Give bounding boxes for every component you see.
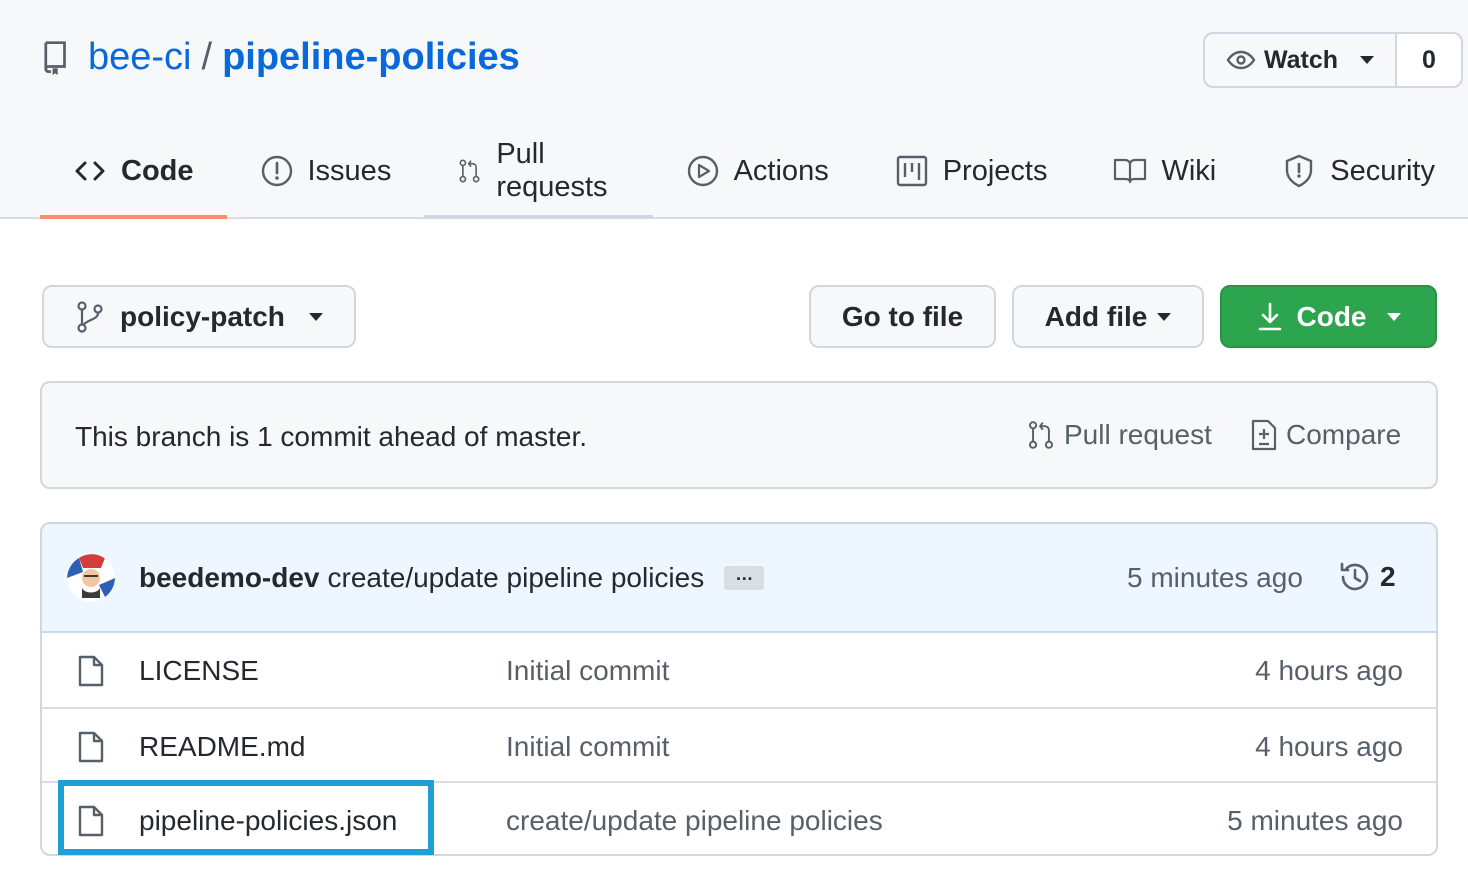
latest-commit-message: beedemo-dev create/update pipeline polic… [139,562,765,594]
branch-name: policy-patch [120,300,285,332]
watch-button[interactable]: Watch [1205,34,1397,86]
file-diff-icon [1251,419,1277,451]
watch-count[interactable]: 0 [1397,34,1461,86]
commit-time[interactable]: 5 minutes ago [1127,562,1303,594]
play-icon [687,155,718,187]
pull-request-icon [459,159,480,183]
file-commit-link[interactable]: Initial commit [506,655,669,687]
shield-icon [1286,154,1313,188]
commit-author-link[interactable]: beedemo-dev [139,562,320,594]
latest-commit-bar: beedemo-dev create/update pipeline polic… [42,524,1436,633]
code-download-button[interactable]: Code [1220,285,1437,348]
file-commit-link[interactable]: Initial commit [506,731,669,763]
repo-name-link[interactable]: pipeline-policies [222,36,520,79]
eye-icon [1226,50,1256,70]
expand-commit-button[interactable]: … [724,565,765,590]
pull-request-icon [1029,421,1053,449]
watch-label: Watch [1263,45,1339,74]
branch-ahead-text: This branch is 1 commit ahead of master. [75,421,587,452]
tab-wiki[interactable]: Wiki [1080,140,1249,202]
file-icon [78,655,104,687]
tab-code[interactable]: Code [40,140,227,219]
table-row: LICENSE Initial commit 4 hours ago [42,633,1436,707]
pull-request-link[interactable]: Pull request [1026,419,1212,451]
tab-label: Actions [733,154,829,187]
chevron-down-icon [1386,312,1401,321]
branch-status-box: This branch is 1 commit ahead of master.… [40,381,1438,489]
file-time: 4 hours ago [1255,655,1403,686]
repo-title: bee-ci / pipeline-policies [42,36,520,79]
file-name-link[interactable]: README.md [139,731,305,763]
issue-icon [261,155,292,187]
book-icon [1114,158,1147,184]
table-row: pipeline-policies.json create/update pip… [42,781,1436,854]
tab-issues[interactable]: Issues [227,140,425,202]
file-name-link[interactable]: LICENSE [139,655,259,687]
tab-projects[interactable]: Projects [862,140,1081,202]
compare-label: Compare [1286,419,1402,450]
add-file-button[interactable]: Add file [1012,285,1204,348]
repo-separator: / [201,36,213,78]
download-icon [1258,302,1281,330]
commit-count: 2 [1380,561,1396,592]
history-icon [1340,562,1369,591]
tab-label: Security [1330,154,1435,187]
file-icon [78,805,104,837]
code-icon [75,161,105,181]
watch-button-group: Watch 0 [1203,32,1463,88]
pull-request-label: Pull request [1064,419,1212,450]
compare-link[interactable]: Compare [1250,419,1401,451]
go-to-file-button[interactable]: Go to file [809,285,996,348]
chevron-down-icon [1157,312,1172,321]
file-commit-link[interactable]: create/update pipeline policies [506,805,883,837]
tab-pull-requests[interactable]: Pull requests [424,138,653,219]
table-row: README.md Initial commit 4 hours ago [42,707,1436,781]
branch-select-button[interactable]: policy-patch [42,285,356,348]
tab-label: Pull requests [496,138,608,203]
chevron-down-icon [308,312,323,321]
file-listing: beedemo-dev create/update pipeline polic… [40,522,1438,856]
repo-owner-link[interactable]: bee-ci [88,36,192,79]
tab-actions[interactable]: Actions [653,140,862,202]
file-icon [78,731,104,763]
commit-message-link[interactable]: create/update pipeline policies [328,562,705,594]
repo-nav-tabs: Code Issues Pull requests Actions Projec… [40,138,1468,219]
chevron-down-icon [1360,56,1375,64]
add-file-label: Add file [1044,300,1148,332]
file-time: 5 minutes ago [1227,805,1403,836]
code-button-label: Code [1296,300,1367,332]
file-name-link[interactable]: pipeline-policies.json [139,805,397,837]
repo-icon [44,40,66,75]
file-time: 4 hours ago [1255,731,1403,762]
tab-label: Wiki [1161,154,1217,187]
tab-security[interactable]: Security [1249,140,1468,202]
avatar[interactable] [67,554,115,602]
repo-header: bee-ci / pipeline-policies Watch 0 Code … [0,0,1468,219]
git-branch-icon [77,300,103,333]
project-icon [896,155,927,187]
commit-history-link[interactable]: 2 [1338,560,1396,594]
tab-label: Projects [942,154,1048,187]
tab-label: Issues [307,154,392,187]
tab-label: Code [121,154,194,187]
